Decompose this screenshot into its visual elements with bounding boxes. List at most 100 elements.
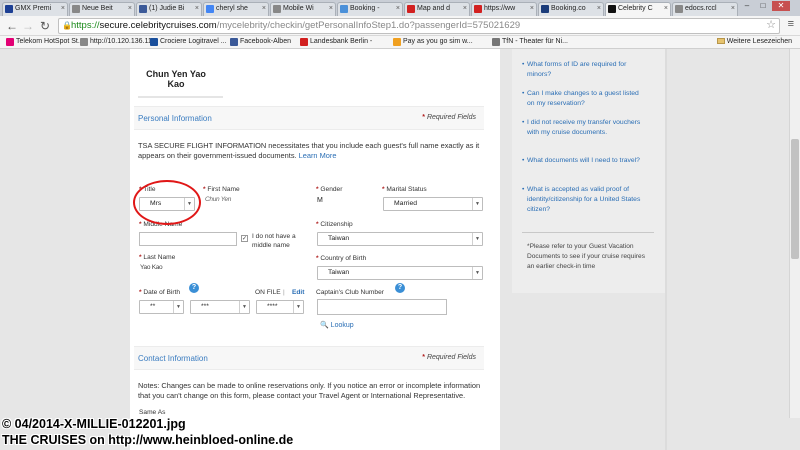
maximize-button[interactable]: □ xyxy=(756,1,770,11)
faq-link[interactable]: Can I make changes to a guest listed on … xyxy=(527,89,647,109)
page-edge xyxy=(665,49,667,450)
last-name-value: Yao Kao xyxy=(140,264,163,271)
browser-tab[interactable]: edocs.rccl × xyxy=(672,2,738,16)
learn-more-link[interactable]: Learn More xyxy=(299,151,337,160)
bookmark-item[interactable]: Crociere Logitravel ... xyxy=(150,37,227,47)
captains-club-label: Captain's Club Number xyxy=(316,289,384,296)
help-icon[interactable]: ? xyxy=(395,283,405,293)
browser-tab[interactable]: cheryl she × xyxy=(203,2,269,16)
faq-link[interactable]: What documents will I need to travel? xyxy=(527,156,647,166)
bookmark-item[interactable]: TfN - Theater für Ni... xyxy=(492,37,568,47)
folder-icon xyxy=(716,38,725,44)
chevron-down-icon: ▼ xyxy=(173,301,183,313)
chevron-down-icon: ▼ xyxy=(472,198,482,210)
gmx-icon xyxy=(5,5,13,13)
acrobat-icon xyxy=(407,5,415,13)
page-viewport: Chun Yen Yao Kao Personal Information * … xyxy=(0,49,800,450)
bookmark-star-icon[interactable]: ☆ xyxy=(766,18,776,31)
browser-tab[interactable]: Booking - × xyxy=(337,2,403,16)
close-tab-icon[interactable]: × xyxy=(396,3,400,15)
close-tab-icon[interactable]: × xyxy=(664,3,668,15)
first-name-label: * First Name xyxy=(203,186,240,193)
browser-tab[interactable]: Neue Beit × xyxy=(69,2,135,16)
reload-icon[interactable]: ↻ xyxy=(40,19,50,33)
bullet-icon: • xyxy=(522,186,525,193)
no-middle-name-label: I do not have a middle name xyxy=(252,233,296,249)
middle-name-input[interactable] xyxy=(139,232,237,246)
back-arrow-icon[interactable]: ← xyxy=(6,19,18,33)
first-name-value: Chun Yen xyxy=(205,196,232,203)
checkin-time-note: *Please refer to your Guest Vacation Doc… xyxy=(527,243,646,270)
bullet-icon: • xyxy=(522,119,525,126)
scrollbar-thumb[interactable] xyxy=(791,139,799,259)
on-file-divider: | xyxy=(283,289,285,296)
bookmark-item[interactable]: Telekom HotSpot St... xyxy=(6,37,84,47)
dob-year-select[interactable]: **** ▼ xyxy=(256,300,304,314)
contact-notes: Notes: Changes can be made to online res… xyxy=(138,381,481,400)
sidebar-divider xyxy=(522,232,654,233)
personal-info-title: Personal Information xyxy=(138,114,212,123)
close-tab-icon[interactable]: × xyxy=(530,3,534,15)
faq-sidebar: • What forms of ID are required for minor… xyxy=(512,49,665,293)
close-tab-icon[interactable]: × xyxy=(329,3,333,15)
browser-tab[interactable]: GMX Premi × xyxy=(2,2,68,16)
close-tab-icon[interactable]: × xyxy=(597,3,601,15)
close-tab-icon[interactable]: × xyxy=(128,3,132,15)
tsa-notice: TSA SECURE FLIGHT INFORMATION necessitat… xyxy=(138,141,480,160)
chevron-down-icon: ▼ xyxy=(472,267,482,279)
bookmark-favicon-icon xyxy=(300,38,308,46)
browser-tab[interactable]: Booking.co × xyxy=(538,2,604,16)
bookmark-item[interactable]: Landesbank Berlin - xyxy=(300,37,372,47)
no-middle-name-checkbox[interactable]: ✓ xyxy=(241,235,248,242)
booking-icon xyxy=(541,5,549,13)
guest-tab-underline xyxy=(138,96,223,98)
lookup-link[interactable]: 🔍 Lookup xyxy=(320,321,354,329)
on-file-label: ON FILE xyxy=(255,289,281,296)
bookmark-item[interactable]: http://10.120.136.11... xyxy=(80,37,158,47)
close-tab-icon[interactable]: × xyxy=(195,3,199,15)
browser-tab[interactable]: Mobile Wi × xyxy=(270,2,336,16)
bookmark-item[interactable]: Pay as you go sim w... xyxy=(393,37,473,47)
faq-link[interactable]: What forms of ID are required for minors… xyxy=(527,60,647,80)
browser-tab[interactable]: (1) Judie Bi × xyxy=(136,2,202,16)
watermark-line-1: © 04/2014-X-MILLIE-012201.jpg xyxy=(2,417,186,431)
other-bookmarks-folder[interactable]: Weitere Lesezeichen xyxy=(716,37,792,47)
browser-tab[interactable]: https://ww × xyxy=(471,2,537,16)
checkin-form: Chun Yen Yao Kao Personal Information * … xyxy=(130,49,500,450)
marital-status-label: * Marital Status xyxy=(382,186,427,193)
page-icon xyxy=(675,5,683,13)
address-bar[interactable]: 🔒 https://secure.celebritycruises.com/myc… xyxy=(58,18,780,34)
browser-tab[interactable]: Map and d × xyxy=(404,2,470,16)
bookmark-item[interactable]: Facebook-Alben xyxy=(230,37,291,47)
close-tab-icon[interactable]: × xyxy=(463,3,467,15)
close-tab-icon[interactable]: × xyxy=(262,3,266,15)
celebrity-x-icon xyxy=(608,5,616,13)
faq-link[interactable]: What is accepted as valid proof of ident… xyxy=(527,185,647,215)
chevron-down-icon: ▼ xyxy=(239,301,249,313)
country-of-birth-select[interactable]: Taiwan ▼ xyxy=(317,266,483,280)
page-icon xyxy=(273,5,281,13)
marital-status-select[interactable]: Married ▼ xyxy=(383,197,483,211)
bookmarks-bar: Telekom HotSpot St... http://10.120.136.1… xyxy=(0,36,800,49)
dob-month-select[interactable]: ** ▼ xyxy=(139,300,184,314)
help-icon[interactable]: ? xyxy=(189,283,199,293)
dob-day-select[interactable]: *** ▼ xyxy=(190,300,250,314)
bookmark-favicon-icon xyxy=(150,38,158,46)
same-as-label: Same As xyxy=(139,409,166,416)
close-window-button[interactable]: ✕ xyxy=(772,1,790,11)
date-of-birth-label: * Date of Birth xyxy=(139,289,181,296)
faq-link[interactable]: I did not receive my transfer vouchers w… xyxy=(527,118,647,138)
browser-toolbar: ← → ↻ 🔒 https://secure.celebritycruises.c… xyxy=(0,16,800,36)
menu-icon[interactable]: ≡ xyxy=(788,18,794,30)
citizenship-label: * Citizenship xyxy=(316,221,353,228)
close-tab-icon[interactable]: × xyxy=(731,3,735,15)
browser-tab[interactable]: Celebrity C × xyxy=(605,2,671,16)
close-tab-icon[interactable]: × xyxy=(61,3,65,15)
forward-arrow-icon[interactable]: → xyxy=(22,19,34,33)
citizenship-select[interactable]: Taiwan ▼ xyxy=(317,232,483,246)
captains-club-input[interactable] xyxy=(317,299,447,315)
vertical-scrollbar[interactable] xyxy=(789,49,800,418)
minimize-button[interactable]: – xyxy=(740,1,754,11)
edit-dob-link[interactable]: Edit xyxy=(292,289,304,296)
chevron-down-icon: ▼ xyxy=(472,233,482,245)
